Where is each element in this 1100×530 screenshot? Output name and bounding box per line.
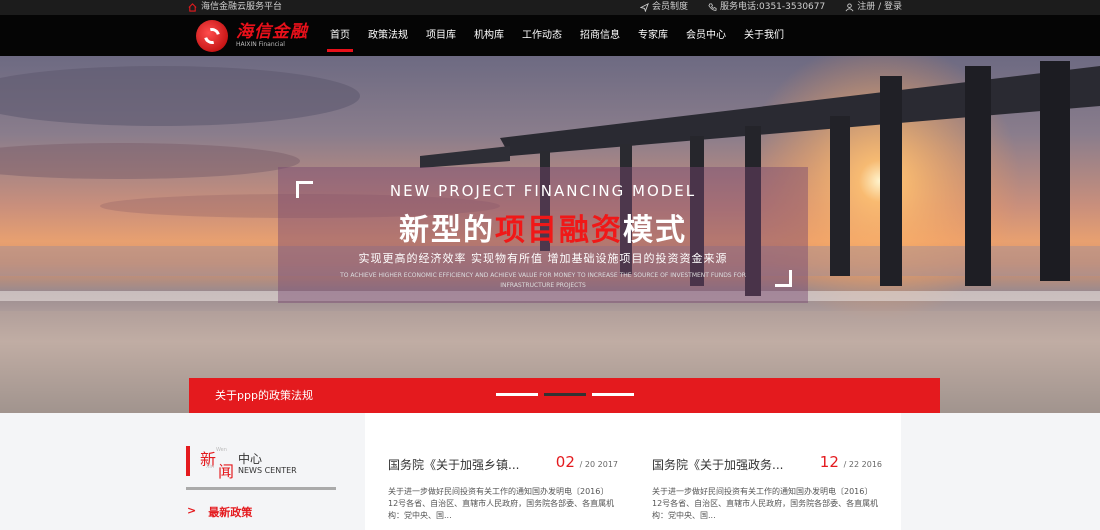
nav-menu: 首页 政策法规 项目库 机构库 工作动态 招商信息 专家库 会员中心 关于我们	[323, 15, 795, 56]
slider-indicators	[496, 393, 634, 396]
hero-cn-title-post: 模式	[623, 213, 687, 248]
nav-item-work-news[interactable]: 工作动态	[515, 15, 569, 56]
logo-en-text: HAIXIN Financial	[236, 40, 285, 48]
nav-item-about[interactable]: 关于我们	[737, 15, 791, 56]
platform-link[interactable]: 海信金融云服务平台	[188, 0, 282, 15]
hero-cn-title-pre: 新型的	[399, 213, 495, 248]
nav-item-experts[interactable]: 专家库	[631, 15, 675, 56]
slider-dot-2[interactable]	[544, 393, 586, 396]
slider-dot-3[interactable]	[592, 393, 634, 396]
membership-link[interactable]: 会员制度	[639, 0, 688, 15]
heading-accent-bar	[186, 446, 190, 476]
nav-item-investment[interactable]: 招商信息	[573, 15, 627, 56]
hero-banner: NEW PROJECT FINANCING MODEL 新型的项目融资模式 实现…	[0, 56, 1100, 413]
phone-info: 服务电话:0351-3530677	[708, 0, 825, 15]
phone-icon	[708, 3, 717, 11]
platform-name: 海信金融云服务平台	[201, 2, 283, 12]
membership-label: 会员制度	[651, 2, 688, 12]
phone-label: 服务电话:0351-3530677	[719, 2, 826, 12]
news-card-title[interactable]: 国务院《关于加强乡镇...	[388, 456, 519, 473]
hero-subtitle-en: TO ACHIEVE HIGHER ECONOMIC EFFICIENCY AN…	[340, 272, 746, 289]
nav-item-institutions[interactable]: 机构库	[467, 15, 511, 56]
heading-en: NEWS CENTER	[238, 466, 297, 475]
top-bar: 海信金融云服务平台 会员制度 服务电话:0351-3530677 注册 / 登录	[0, 0, 1100, 15]
slider-dot-1[interactable]	[496, 393, 538, 396]
nav-item-home[interactable]: 首页	[323, 15, 357, 56]
home-icon	[188, 3, 197, 12]
news-card-day: 12	[819, 453, 839, 471]
nav-item-policy[interactable]: 政策法规	[361, 15, 415, 56]
heading-cn: 中心	[238, 452, 263, 466]
nav-item-members[interactable]: 会员中心	[679, 15, 733, 56]
news-card-desc: 关于进一步做好民间投资有关工作的通知国办发明电〔2016〕12号各省、自治区、直…	[652, 487, 879, 520]
user-icon	[845, 3, 854, 12]
policy-banner-label[interactable]: 关于ppp的政策法规	[215, 378, 313, 413]
heading-pinyin-wen: Wen	[216, 447, 227, 453]
hero-caption-box: NEW PROJECT FINANCING MODEL 新型的项目融资模式 实现…	[278, 167, 808, 303]
hero-subtitle: 实现更高的经济效率 实现物有所值 增加基础设施项目的投资资金来源	[358, 252, 728, 265]
heading-pinyin-xin: Xin	[206, 464, 214, 470]
news-card-date: 12 / 22 2016	[820, 453, 882, 471]
heading-char-wen: 闻	[218, 462, 235, 481]
chevron-right-icon: >	[187, 504, 197, 517]
latest-policy-label: 最新政策	[208, 506, 253, 519]
news-card-day: 02	[555, 453, 575, 471]
main-navbar: 海信金融 HAIXIN Financial 首页 政策法规 项目库 机构库 工作…	[0, 15, 1100, 56]
heading-underline	[186, 487, 336, 490]
news-card-date-rest: / 22 2016	[843, 460, 882, 469]
auth-link[interactable]: 注册 / 登录	[845, 0, 902, 15]
hero-cn-title-highlight: 项目融资	[495, 213, 623, 248]
nav-item-projects[interactable]: 项目库	[419, 15, 463, 56]
news-center-heading: 新 闻 Wen Xin 中心 NEWS CENTER	[186, 446, 336, 492]
logo-emblem-icon	[196, 19, 228, 52]
news-card-desc: 关于进一步做好民间投资有关工作的通知国办发明电〔2016〕12号各省、自治区、直…	[388, 487, 615, 520]
hero-cn-title: 新型的项目融资模式	[278, 205, 808, 249]
corner-bracket-bottom-right	[775, 270, 792, 287]
send-icon	[639, 3, 649, 12]
site-logo[interactable]: 海信金融 HAIXIN Financial	[188, 15, 316, 56]
news-card-title[interactable]: 国务院《关于加强政务...	[652, 456, 783, 473]
news-card-date: 02 / 20 2017	[556, 453, 618, 471]
policy-banner-bar: 关于ppp的政策法规	[189, 378, 940, 413]
logo-cn-text: 海信金融	[236, 21, 308, 42]
latest-policy-link[interactable]: > 最新政策	[187, 504, 252, 520]
news-card-date-rest: / 20 2017	[579, 460, 618, 469]
auth-label: 注册 / 登录	[857, 2, 902, 12]
hero-en-title: NEW PROJECT FINANCING MODEL	[389, 182, 697, 200]
